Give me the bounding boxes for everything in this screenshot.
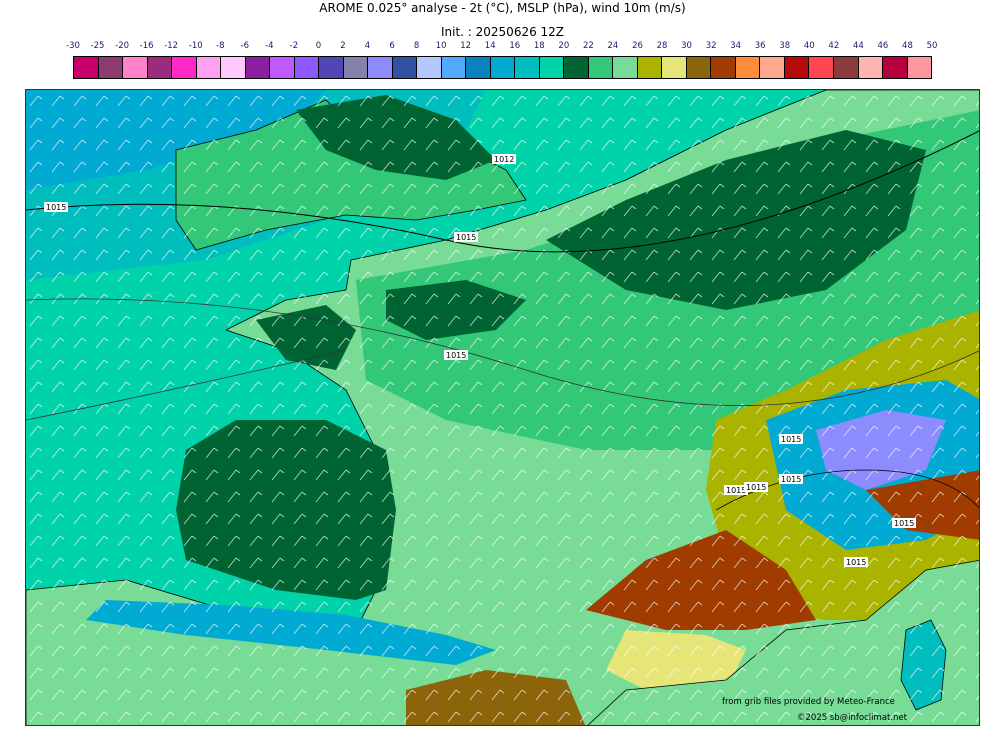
isobar-label: 1015: [746, 483, 766, 492]
colorbar-swatch: [735, 57, 761, 78]
colorbar-tick-label: -25: [90, 41, 105, 51]
colorbar-swatch: [270, 57, 295, 78]
colorbar-tick-label: 24: [607, 41, 619, 51]
colorbar-tick-label: 4: [364, 41, 371, 51]
colorbar-swatch: [319, 57, 344, 78]
colorbar-tick-label: 50: [926, 41, 938, 51]
colorbar-tick-label: 42: [828, 41, 840, 51]
colorbar-swatch: [760, 57, 785, 78]
colorbar-swatch: [221, 57, 246, 78]
colorbar-swatch: [123, 57, 148, 78]
colorbar-tick-label: 38: [779, 41, 791, 51]
colorbar-tick-label: 28: [656, 41, 668, 51]
colorbar-swatch: [196, 57, 222, 78]
temperature-colorbar: -30 -25 -20 -16 -12 -10 -8 -6 -4 -2 0 2 4 6 8 10 12 14 16 1…: [66, 41, 937, 81]
colorbar-swatch: [539, 57, 565, 78]
colorbar-swatch: [368, 57, 393, 78]
map-title: AROME 0.025° analyse - 2t (°C), MSLP (hP…: [319, 1, 686, 15]
colorbar-tick-label: -2: [289, 41, 299, 51]
colorbar-swatch: [711, 57, 736, 78]
colorbar-swatch: [784, 57, 810, 78]
colorbar-tick-label: 22: [582, 41, 594, 51]
colorbar-swatches: [73, 56, 932, 79]
colorbar-tick-label: 16: [509, 41, 521, 51]
colorbar-tick-label: -12: [164, 41, 179, 51]
copyright-credit: ©2025 sb@infoclimat.net: [797, 713, 907, 723]
weather-map[interactable]: 1015 1015 1015 1012 1015 1015 1015 1015 1015 1015: [25, 89, 980, 726]
colorbar-swatch: [515, 57, 540, 78]
colorbar-swatch: [858, 57, 884, 78]
colorbar-tick-label: 8: [413, 41, 420, 51]
colorbar-tick-label: 2: [340, 41, 346, 51]
colorbar-swatch: [490, 57, 516, 78]
colorbar-swatch: [98, 57, 124, 78]
colorbar-tick-label: -16: [139, 41, 154, 51]
colorbar-tick-label: 12: [460, 41, 472, 51]
isobar-label: 1015: [446, 351, 466, 360]
isobar-label: 1015: [46, 203, 66, 212]
colorbar-tick-label: -6: [240, 41, 250, 51]
colorbar-tick-label: 14: [484, 41, 496, 51]
init-time-label: Init. : 20250626 12Z: [440, 25, 565, 39]
colorbar-swatch: [588, 57, 614, 78]
colorbar-swatch: [245, 57, 271, 78]
colorbar-swatch: [662, 57, 687, 78]
colorbar-tick-label: 44: [852, 41, 864, 51]
colorbar-swatch: [466, 57, 491, 78]
colorbar-swatch: [686, 57, 712, 78]
colorbar-swatch: [74, 57, 99, 78]
colorbar-tick-label: -30: [66, 41, 80, 51]
colorbar-tick-label: 10: [435, 41, 447, 51]
wind-barbs: [26, 90, 979, 725]
colorbar-tick-label: 36: [754, 41, 766, 51]
colorbar-swatch: [294, 57, 320, 78]
colorbar-swatch: [392, 57, 418, 78]
colorbar-swatch: [637, 57, 663, 78]
colorbar-swatch: [907, 57, 932, 78]
colorbar-tick-label: 48: [902, 41, 913, 51]
colorbar-tick-label: 46: [877, 41, 889, 51]
colorbar-tick-label: 0: [315, 41, 322, 51]
isobar-label: 1015: [726, 486, 746, 495]
isobar-label: 1015: [846, 558, 866, 567]
data-provider-credit: from grib files provided by Meteo-France: [722, 697, 895, 707]
colorbar-swatch: [613, 57, 638, 78]
colorbar-tick-label: 40: [803, 41, 815, 51]
colorbar-tick-label: 20: [558, 41, 570, 51]
colorbar-swatch: [343, 57, 369, 78]
map-canvas: 1015101510151012101510151015101510151015: [26, 90, 979, 725]
colorbar-tick-label: 26: [632, 41, 643, 51]
colorbar-tick-label: 6: [389, 41, 395, 51]
colorbar-tick-label: 34: [730, 41, 742, 51]
colorbar-swatch: [883, 57, 908, 78]
colorbar-tick-label: -10: [188, 41, 203, 51]
isobar-label: 1015: [894, 519, 914, 528]
colorbar-tick-label: -4: [265, 41, 274, 51]
colorbar-swatch: [564, 57, 589, 78]
isobar-label: 1015: [456, 233, 476, 242]
colorbar-swatch: [809, 57, 834, 78]
colorbar-tick-label: 18: [533, 41, 545, 51]
colorbar-swatch: [147, 57, 173, 78]
isobar-label: 1015: [781, 475, 801, 484]
colorbar-tick-label: 30: [681, 41, 692, 51]
colorbar-tick-label: -8: [216, 41, 225, 51]
colorbar-tick-label: -20: [115, 41, 130, 51]
isobar-label: 1012: [494, 155, 514, 164]
colorbar-swatch: [833, 57, 859, 78]
colorbar-swatch: [417, 57, 442, 78]
colorbar-swatch: [441, 57, 467, 78]
colorbar-tick-label: 32: [705, 41, 717, 51]
colorbar-swatch: [172, 57, 197, 78]
isobar-label: 1015: [781, 435, 801, 444]
